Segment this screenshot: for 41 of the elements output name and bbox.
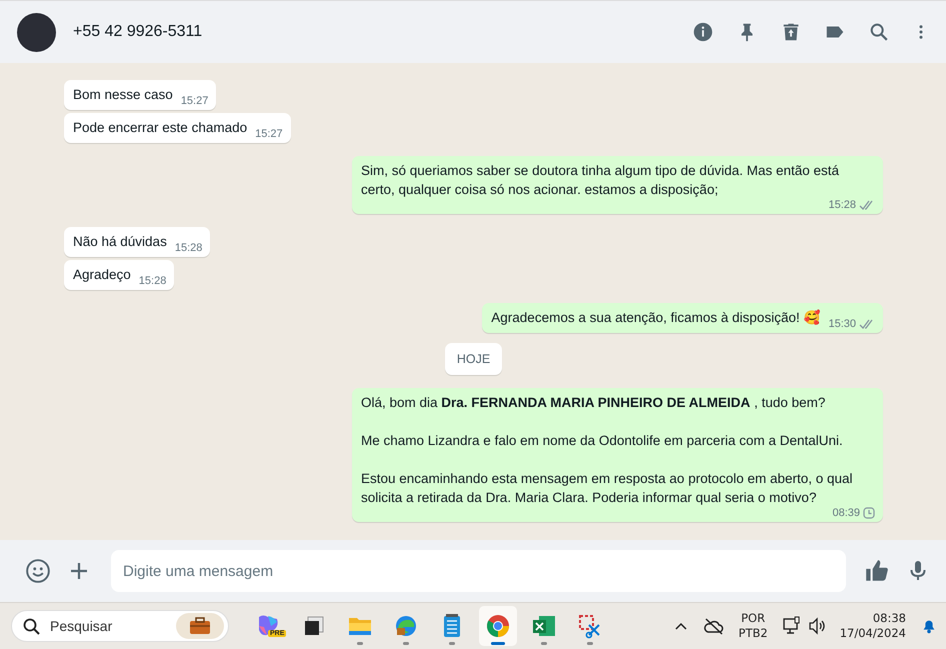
running-indicator (403, 642, 409, 645)
running-indicator (587, 642, 593, 645)
message-time: 15:27 (255, 128, 283, 140)
running-indicator (449, 642, 455, 645)
message-text: Agradeço (73, 266, 131, 284)
info-icon[interactable] (692, 21, 714, 43)
message-time: 15:27 (180, 95, 208, 107)
taskbar-search-field[interactable]: Pesquisar (48, 617, 168, 635)
taskbar-search-bar[interactable]: Pesquisar (11, 610, 229, 642)
avatar[interactable] (17, 12, 56, 52)
message-text: Agradecemos a sua atenção, ficamos à disposição! 🥰 (491, 308, 820, 327)
running-indicator (541, 642, 547, 645)
message-text: Sim, só queriamos saber se doutora tinha algum tipo de dúvida. Mas então está certo, qualquer coisa só nos acionar. estamos a disposição; (361, 162, 840, 199)
speaker-icon[interactable] (808, 616, 826, 636)
message-input[interactable]: Digite uma mensagem (111, 550, 846, 592)
taskbar-clock[interactable]: 08:38 17/04/2024 (840, 611, 906, 641)
search-icon[interactable] (868, 21, 890, 43)
running-indicator (357, 642, 363, 645)
running-indicator (491, 642, 505, 645)
message-text: Pode encerrar este chamado (73, 119, 248, 137)
cloud-off-icon[interactable] (702, 616, 725, 636)
message-time: 15:28 (828, 199, 856, 211)
message-text: Olá, bom dia Dra. FERNANDA MARIA PINHEIRO DE ALMEIDA , tudo bem? Me chamo Lizandra e falo em nome da Odontolife em parceria com a DentalUni. Estou encaminhando esta mensagem em resposta ao protocolo em aberto, o qual solicita a retirada da Dra. Maria Clara. Poderia informar qual seria o motivo? (361, 394, 854, 507)
search-icon (22, 617, 40, 635)
message-time: 15:28 (138, 275, 166, 287)
message-time: 15:28 (174, 242, 202, 254)
message-time: 15:30 (828, 318, 856, 330)
network-monitor-icon[interactable] (782, 616, 802, 636)
notepad-icon (441, 613, 463, 639)
message-text: Não há dúvidas (73, 233, 167, 251)
browser-icon (394, 614, 418, 638)
message-text: Bom nesse caso (73, 86, 173, 104)
contact-name[interactable]: +55 42 9926-5311 (73, 23, 692, 41)
emoji-icon[interactable] (25, 558, 51, 584)
chrome-icon (485, 613, 511, 639)
window-app-icon (302, 614, 326, 638)
briefcase-icon (176, 613, 224, 639)
thumbs-up-icon[interactable] (864, 558, 890, 584)
input-language-indicator[interactable]: POR PTB2 (738, 611, 768, 641)
message-time: 08:39 (832, 507, 860, 519)
spreadsheet-icon (531, 614, 557, 638)
